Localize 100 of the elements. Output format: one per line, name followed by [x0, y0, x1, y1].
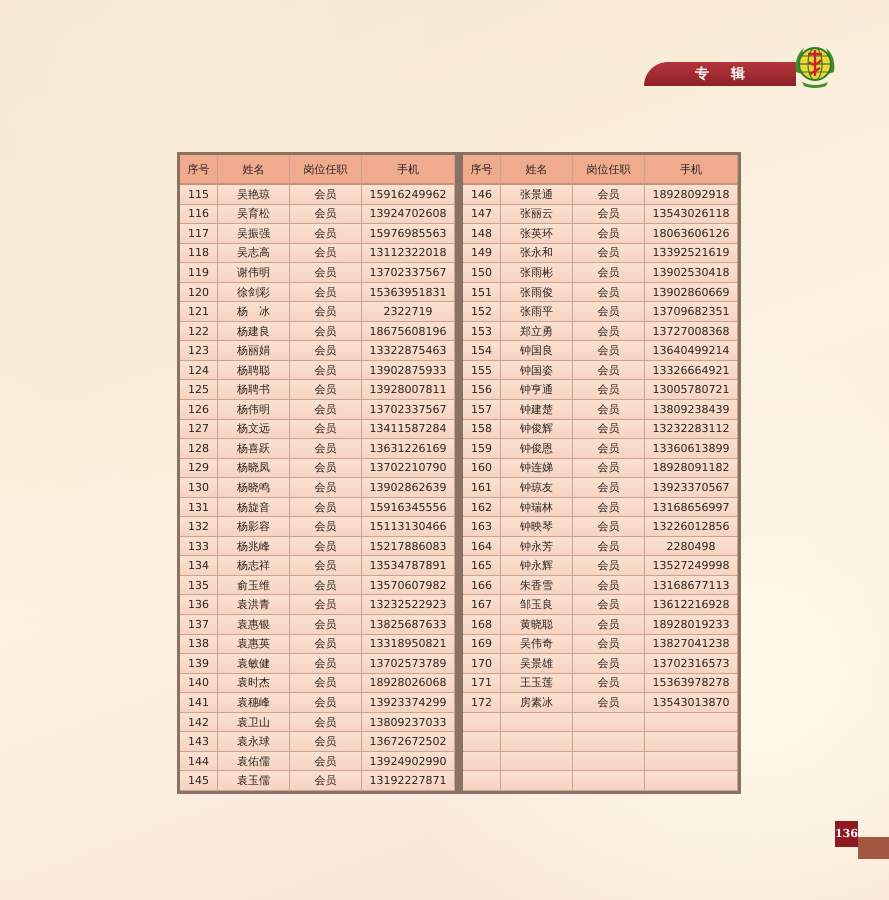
table-cell: 15916345556 [362, 498, 455, 518]
table-cell: 杨晓凤 [218, 458, 290, 478]
table-cell: 会员 [290, 752, 362, 772]
table-cell: 会员 [290, 458, 362, 478]
table-cell: 钟亨通 [501, 380, 573, 400]
table-cell: 15363978278 [645, 674, 738, 694]
table-cell: 会员 [290, 302, 362, 322]
table-cell: 钟连娣 [501, 458, 573, 478]
table-cell: 杨 冰 [218, 302, 290, 322]
table-cell: 杨聘书 [218, 380, 290, 400]
table-cell: 120 [180, 282, 218, 302]
column-header: 序号 [180, 155, 218, 185]
table-cell: 162 [463, 498, 501, 518]
table-cell: 会员 [573, 576, 645, 596]
table-cell: 119 [180, 263, 218, 283]
table-cell: 130 [180, 478, 218, 498]
table-cell: 164 [463, 536, 501, 556]
table-cell: 13672672502 [362, 732, 455, 752]
column-header: 姓名 [218, 155, 290, 185]
table-cell: 161 [463, 478, 501, 498]
table-cell: 杨丽娟 [218, 341, 290, 361]
table-cell: 115 [180, 185, 218, 205]
table-cell: 116 [180, 204, 218, 224]
column-header: 序号 [463, 155, 501, 185]
table-cell: 会员 [573, 341, 645, 361]
table-cell: 158 [463, 420, 501, 440]
table-cell: 会员 [290, 204, 362, 224]
table-cell: 杨聘聪 [218, 360, 290, 380]
table-cell: 会员 [573, 595, 645, 616]
table-cell: 会员 [290, 224, 362, 244]
table-cell: 13168656997 [645, 498, 738, 518]
table-cell: 13902875933 [362, 360, 455, 380]
table-cell: 143 [180, 732, 218, 752]
table-cell: 134 [180, 556, 218, 576]
table-cell: 129 [180, 458, 218, 478]
table-cell: 126 [180, 400, 218, 420]
table-cell: 13570607982 [362, 576, 455, 596]
table-cell: 13924902990 [362, 752, 455, 772]
table-cell: 会员 [573, 185, 645, 205]
table-cell: 钟建楚 [501, 400, 573, 420]
table-cell: 会员 [573, 536, 645, 556]
table-cell: 会员 [573, 360, 645, 380]
table-cell: 15113130466 [362, 517, 455, 537]
table-cell: 15363951831 [362, 282, 455, 302]
table-cell: 18928092918 [645, 185, 738, 205]
table-cell: 钟国姿 [501, 360, 573, 380]
table-cell: 137 [180, 615, 218, 635]
table-cell: 会员 [290, 420, 362, 440]
table-cell: 122 [180, 322, 218, 342]
table-cell: 145 [180, 771, 218, 791]
table-cell: 吴振强 [218, 224, 290, 244]
table-cell: 会员 [290, 615, 362, 635]
table-cell: 13825687633 [362, 615, 455, 635]
table-cell: 121 [180, 302, 218, 322]
table-cell: 会员 [290, 634, 362, 654]
table-cell: 148 [463, 224, 501, 244]
table-cell: 13924702608 [362, 204, 455, 224]
table-cell: 150 [463, 263, 501, 283]
table-cell: 张永和 [501, 244, 573, 264]
column-header: 手机 [362, 155, 455, 185]
table-cell: 151 [463, 282, 501, 302]
table-cell: 13809237033 [362, 712, 455, 732]
table-cell: 13702316573 [645, 654, 738, 674]
table-cell: 会员 [290, 693, 362, 713]
table-cell: 会员 [290, 322, 362, 342]
table-cell: 18063606126 [645, 224, 738, 244]
table-cell: 会员 [290, 712, 362, 732]
table-cell: 吴艳琼 [218, 185, 290, 205]
table-cell: 13232283112 [645, 420, 738, 440]
table-cell: 会员 [573, 654, 645, 674]
table-cell: 会员 [573, 224, 645, 244]
table-cell: 朱香雪 [501, 576, 573, 596]
table-cell: 杨影容 [218, 517, 290, 537]
table-cell: 127 [180, 420, 218, 440]
table-cell: 140 [180, 674, 218, 694]
table-cell: 118 [180, 244, 218, 264]
table-cell: 13902530418 [645, 263, 738, 283]
table-cell: 125 [180, 380, 218, 400]
table-cell: 张景通 [501, 185, 573, 205]
table-cell: 171 [463, 674, 501, 694]
table-cell: 会员 [290, 380, 362, 400]
table-cell: 杨兆峰 [218, 536, 290, 556]
table-cell: 会员 [573, 556, 645, 576]
table-cell: 15217886083 [362, 536, 455, 556]
table-cell: 杨旋音 [218, 498, 290, 518]
table-cell: 会员 [573, 420, 645, 440]
column-header: 岗位任职 [573, 155, 645, 185]
table-cell: 杨伟明 [218, 400, 290, 420]
table-cell: 房素冰 [501, 693, 573, 713]
table-cell: 袁敏健 [218, 654, 290, 674]
table-cell: 142 [180, 712, 218, 732]
table-cell: 136 [180, 595, 218, 616]
table-cell: 会员 [290, 439, 362, 459]
table-cell: 139 [180, 654, 218, 674]
table-cell: 13702210790 [362, 458, 455, 478]
table-cell: 13902862639 [362, 478, 455, 498]
table-cell: 13543026118 [645, 204, 738, 224]
table-cell: 袁佑儒 [218, 752, 290, 772]
table-cell: 张雨彬 [501, 263, 573, 283]
table-cell: 131 [180, 498, 218, 518]
